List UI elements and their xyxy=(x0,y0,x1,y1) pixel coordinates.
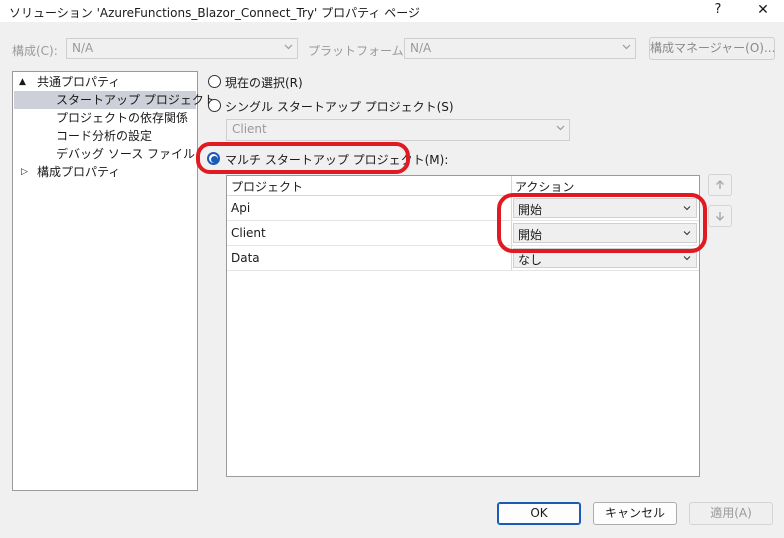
help-button[interactable]: ? xyxy=(706,0,730,22)
tree-item-common-properties[interactable]: 共通プロパティ xyxy=(37,73,120,91)
config-value: N/A xyxy=(72,41,94,55)
table-row[interactable]: Data なし xyxy=(227,246,699,271)
single-startup-radio[interactable] xyxy=(208,99,221,112)
single-project-value: Client xyxy=(232,122,267,136)
chevron-down-icon xyxy=(683,254,691,261)
move-down-button[interactable] xyxy=(708,205,732,227)
project-name: Client xyxy=(231,226,266,240)
current-selection-radio[interactable] xyxy=(208,75,221,88)
grid-header: プロジェクト アクション xyxy=(227,176,699,196)
action-select[interactable]: なし xyxy=(513,248,697,268)
chevron-down-icon xyxy=(622,42,631,50)
expand-icon[interactable]: ▷ xyxy=(21,163,28,181)
table-row[interactable]: Api 開始 xyxy=(227,196,699,221)
platform-select[interactable]: N/A xyxy=(404,38,636,59)
arrow-up-icon xyxy=(716,180,724,189)
chevron-down-icon xyxy=(556,123,565,131)
chevron-down-icon xyxy=(284,42,293,50)
action-select[interactable]: 開始 xyxy=(513,198,697,218)
action-select[interactable]: 開始 xyxy=(513,223,697,243)
project-name: Data xyxy=(231,251,260,265)
table-row[interactable]: Client 開始 xyxy=(227,221,699,246)
apply-button[interactable]: 適用(A) xyxy=(689,502,773,525)
column-header-project: プロジェクト xyxy=(231,180,304,194)
multi-startup-label: マルチ スタートアップ プロジェクト(M): xyxy=(225,153,449,167)
config-manager-button[interactable]: 構成マネージャー(O)... xyxy=(649,37,775,60)
current-selection-label: 現在の選択(R) xyxy=(225,76,303,90)
tree-item-project-dependencies[interactable]: プロジェクトの依存関係 xyxy=(56,109,188,127)
chevron-down-icon xyxy=(683,204,691,211)
collapse-icon[interactable]: ▲ xyxy=(19,73,26,91)
tree-item-code-analysis[interactable]: コード分析の設定 xyxy=(56,127,152,145)
close-button[interactable]: ✕ xyxy=(748,0,778,22)
config-label: 構成(C): xyxy=(12,44,58,58)
move-up-button[interactable] xyxy=(708,174,732,196)
window-title: ソリューション 'AzureFunctions_Blazor_Connect_T… xyxy=(9,6,421,20)
chevron-down-icon xyxy=(683,229,691,236)
multi-startup-radio[interactable] xyxy=(207,152,220,165)
action-value: 開始 xyxy=(518,203,543,217)
single-project-select[interactable]: Client xyxy=(226,119,570,141)
tree-item-startup-project[interactable]: スタートアップ プロジェクト xyxy=(14,91,216,109)
arrow-down-icon xyxy=(716,212,724,221)
ok-button[interactable]: OK xyxy=(497,502,581,525)
single-startup-label: シングル スタートアップ プロジェクト(S) xyxy=(225,100,454,114)
project-name: Api xyxy=(231,201,251,215)
property-tree[interactable]: ▲ 共通プロパティ スタートアップ プロジェクト プロジェクトの依存関係 コード… xyxy=(12,71,216,491)
config-select[interactable]: N/A xyxy=(66,38,298,59)
title-bar: ソリューション 'AzureFunctions_Blazor_Connect_T… xyxy=(0,0,784,22)
tree-item-configuration-properties[interactable]: 構成プロパティ xyxy=(37,163,120,181)
startup-projects-grid[interactable]: プロジェクト アクション Api 開始 Client 開始 Data なし xyxy=(226,175,700,477)
platform-value: N/A xyxy=(410,41,432,55)
action-value: 開始 xyxy=(518,228,543,242)
cancel-button[interactable]: キャンセル xyxy=(593,502,677,525)
action-value: なし xyxy=(518,253,543,267)
tree-item-debug-source-files[interactable]: デバッグ ソース ファイル xyxy=(56,145,195,163)
column-header-action: アクション xyxy=(515,180,575,194)
